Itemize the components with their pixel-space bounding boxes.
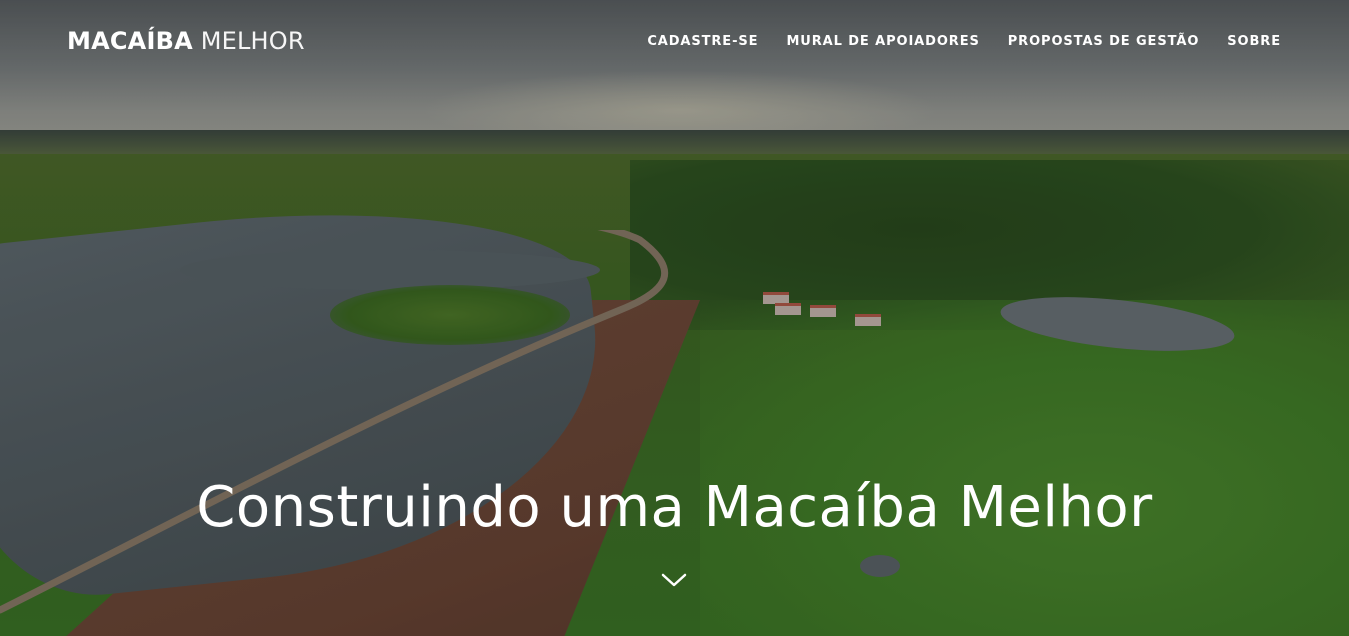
nav-link-sobre[interactable]: SOBRE (1227, 34, 1281, 49)
brand-logo-link[interactable]: MACAÍBA MELHOR (67, 27, 305, 55)
nav-link-cadastre-se[interactable]: CADASTRE-SE (647, 34, 758, 49)
main-nav: CADASTRE-SE MURAL DE APOIADORES PROPOSTA… (647, 34, 1281, 49)
nav-link-mural-de-apoiadores[interactable]: MURAL DE APOIADORES (786, 34, 979, 49)
hero-background (0, 0, 1349, 636)
hero-headline: Construindo uma Macaíba Melhor (196, 474, 1153, 540)
brand-light: MELHOR (200, 27, 305, 55)
chevron-down-icon[interactable] (660, 570, 688, 590)
dark-overlay (0, 0, 1349, 636)
brand-strong: MACAÍBA (67, 27, 193, 55)
nav-link-propostas-de-gestao[interactable]: PROPOSTAS DE GESTÃO (1008, 34, 1200, 49)
navbar: MACAÍBA MELHOR CADASTRE-SE MURAL DE APOI… (0, 0, 1349, 84)
